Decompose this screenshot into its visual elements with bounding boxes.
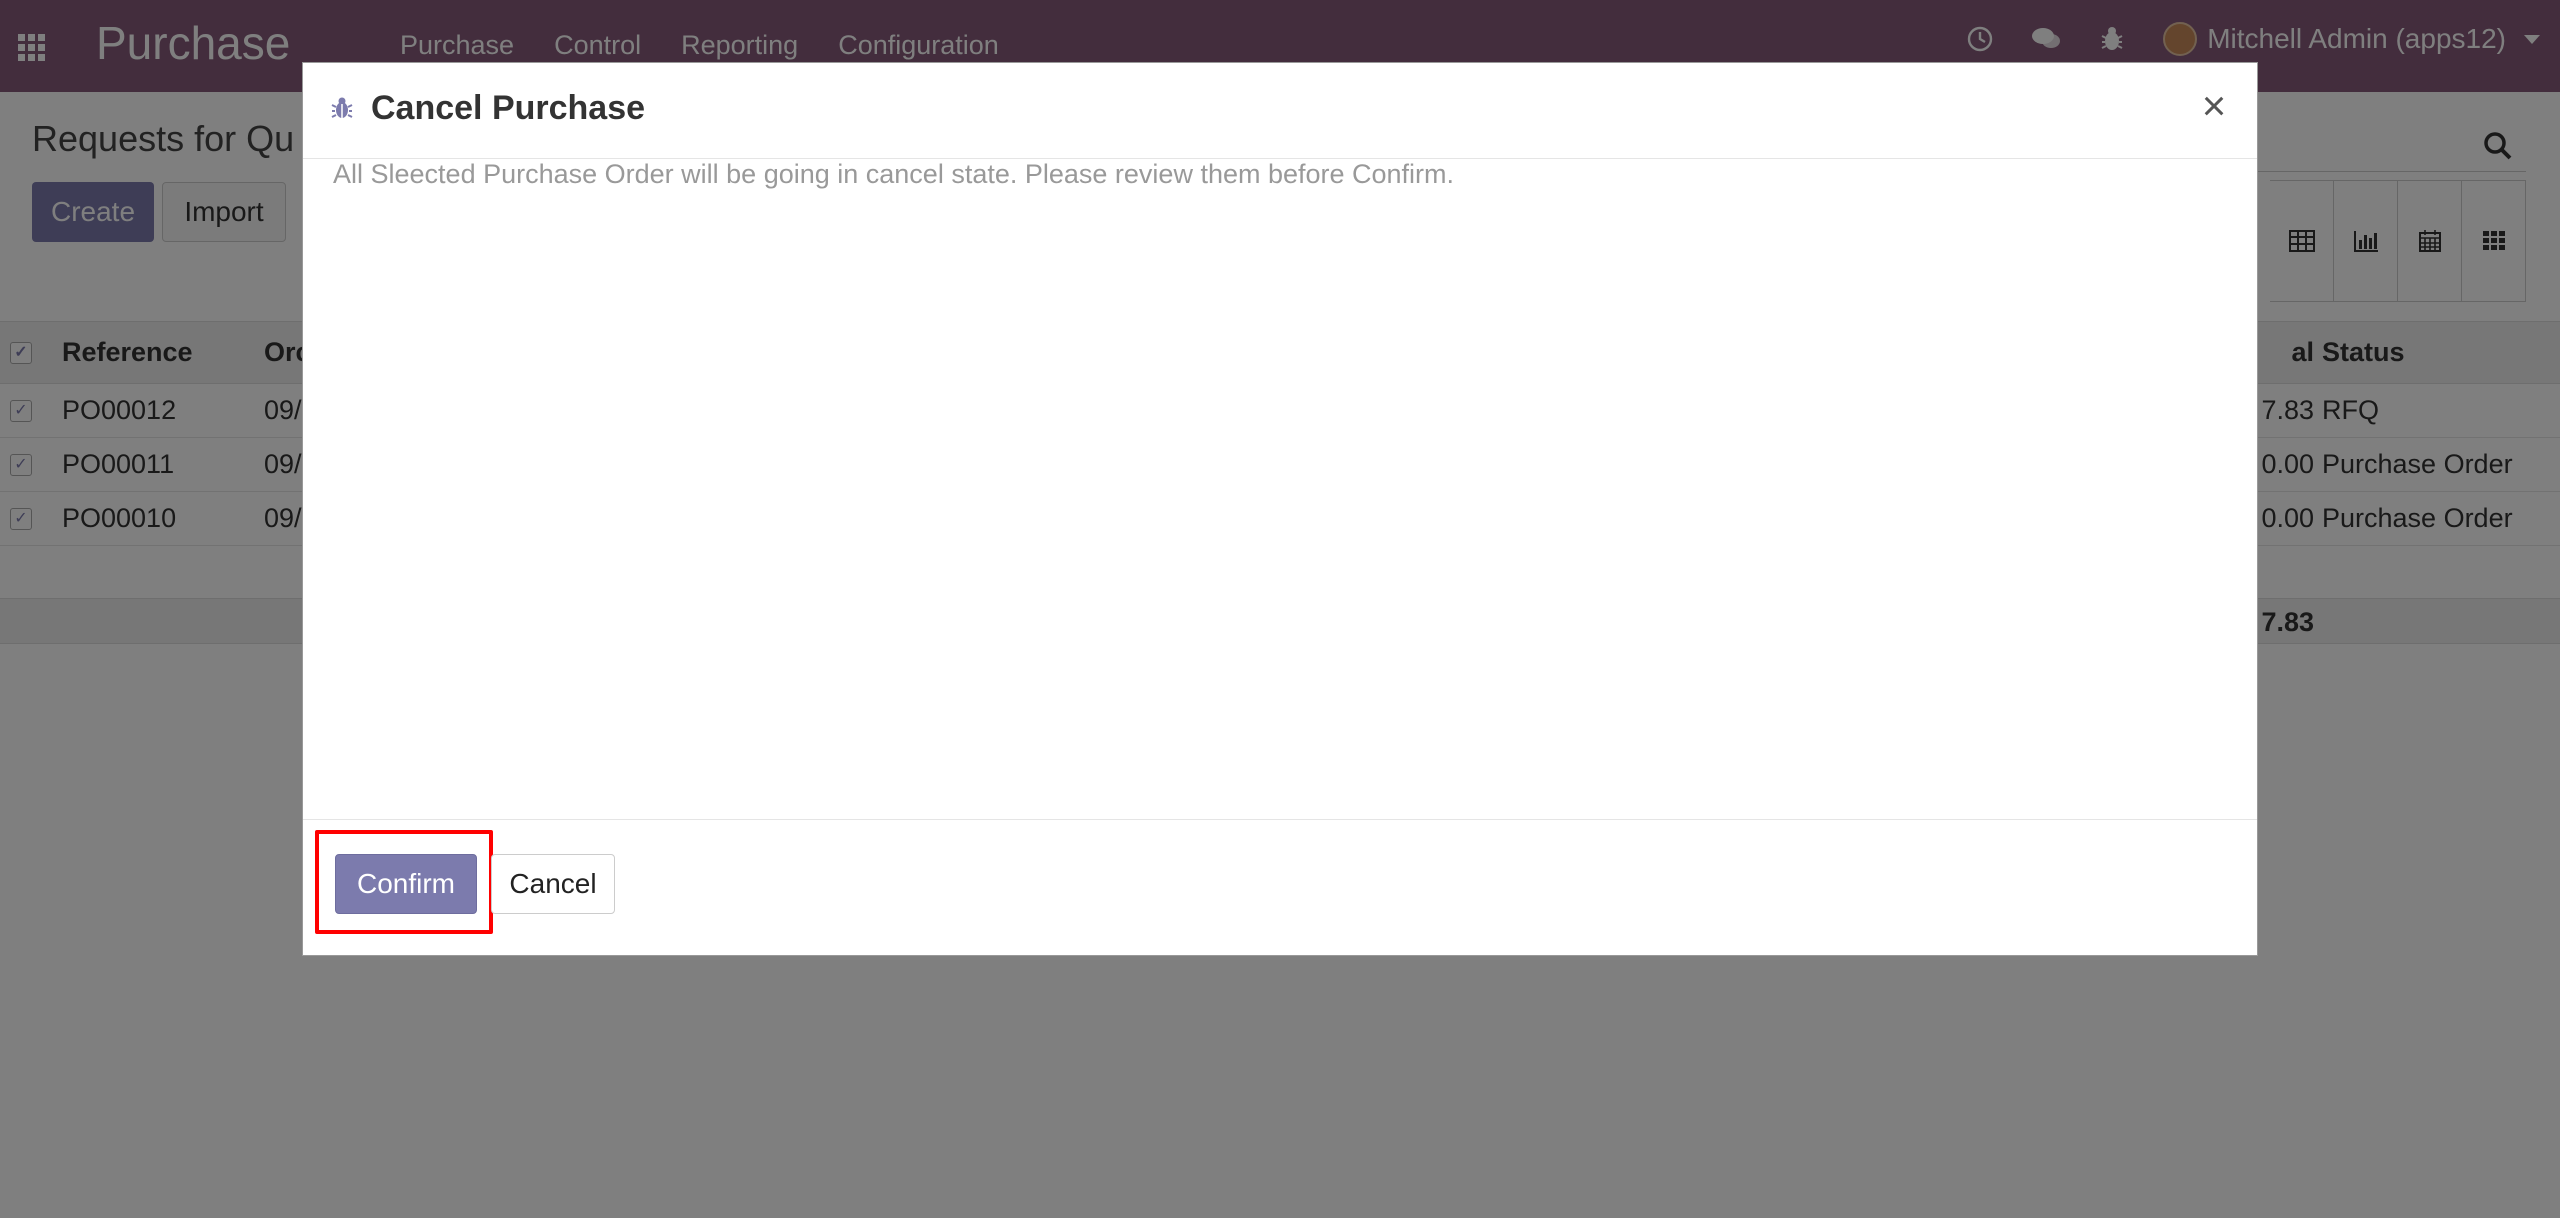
bug-icon <box>327 93 357 123</box>
cancel-purchase-dialog: Cancel Purchase × All Sleected Purchase … <box>302 62 2258 956</box>
dialog-footer: Confirm Cancel <box>303 819 2257 957</box>
confirm-button[interactable]: Confirm <box>335 854 477 914</box>
cancel-button[interactable]: Cancel <box>491 854 615 914</box>
dialog-message: All Sleected Purchase Order will be goin… <box>333 159 1455 189</box>
close-icon[interactable]: × <box>2191 83 2237 129</box>
dialog-header: Cancel Purchase × <box>303 63 2257 159</box>
dialog-body <box>303 159 2257 879</box>
dialog-title: Cancel Purchase <box>371 89 646 127</box>
